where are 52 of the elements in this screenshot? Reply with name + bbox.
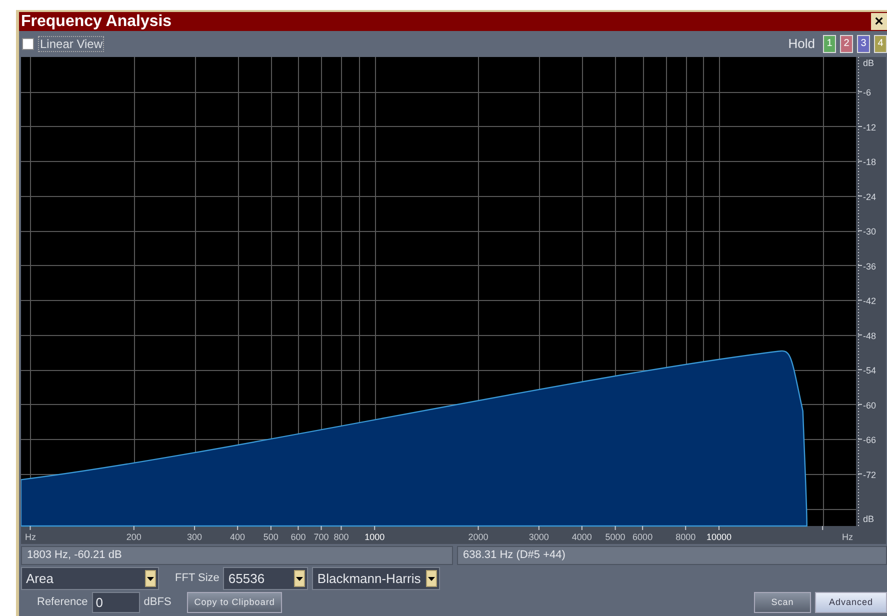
checkbox-label[interactable]: Linear View [38,36,104,52]
y-tick-label: -60 [863,400,876,410]
hold-button[interactable]: 3 [857,35,870,53]
status-field: 1803 Hz, -60.21 dB [21,546,453,565]
y-tick-label: -48 [863,330,876,341]
x-tick-label: 700 [314,532,329,542]
advanced-button[interactable]: Advanced [815,592,887,613]
x-tick-label: 200 [126,532,142,542]
window-title: Frequency Analysis [21,12,172,31]
fft-size-dropdown[interactable]: 65536 [223,567,308,590]
x-tick-label: 5000 [605,532,626,542]
y-tick-label: dB [863,514,874,524]
y-tick-label: -72 [863,470,876,480]
x-tick-label: 600 [290,532,306,542]
status-field: 638.31 Hz (D#5 +44) [457,546,887,565]
window-function-dropdown[interactable]: Blackmann-Harris [312,567,440,590]
y-tick-label: -18 [863,157,876,168]
y-tick-label: -6 [863,88,872,98]
y-tick-label: -12 [863,122,876,132]
close-button[interactable]: × [871,13,887,30]
x-tick-label: 6000 [632,532,653,542]
display-mode-dropdown[interactable]: Area [21,567,159,590]
x-tick-label: 400 [230,532,246,542]
x-tick-label: 800 [334,532,349,542]
y-tick-label: -54 [863,366,876,376]
hold-label: Hold [788,35,815,54]
y-tick-label: -30 [863,226,876,237]
x-tick-label: Hz [25,532,36,542]
x-tick-label: 2000 [468,532,488,542]
x-tick-label: 4000 [572,532,592,542]
x-tick-label: Hz [842,532,853,542]
reference-label: Reference [37,595,88,610]
x-tick-label: 3000 [528,532,549,542]
y-tick-label: -36 [863,261,876,272]
fft-size-label: FFT Size [175,571,220,586]
scan-button[interactable]: Scan [754,592,811,613]
x-tick-label: 300 [187,532,202,542]
y-tick-label: -24 [863,192,876,202]
y-tick-label: -66 [863,435,876,446]
x-tick-label: 500 [263,532,278,542]
unit-label: dBFS [144,595,172,610]
x-tick-label: 10000 [706,532,732,542]
hold-button[interactable]: 2 [840,35,853,53]
x-tick-label: 8000 [676,532,696,542]
linear-view-checkbox[interactable] [22,38,34,50]
y-tick-label: dB [863,58,874,68]
hold-button[interactable]: 4 [874,35,887,53]
y-tick-label: -42 [863,296,876,306]
hold-button[interactable]: 1 [823,35,836,53]
reference-field[interactable]: 0 [92,592,140,613]
copy-button[interactable]: Copy to Clipboard [187,592,282,613]
x-tick-label: 1000 [364,532,385,542]
